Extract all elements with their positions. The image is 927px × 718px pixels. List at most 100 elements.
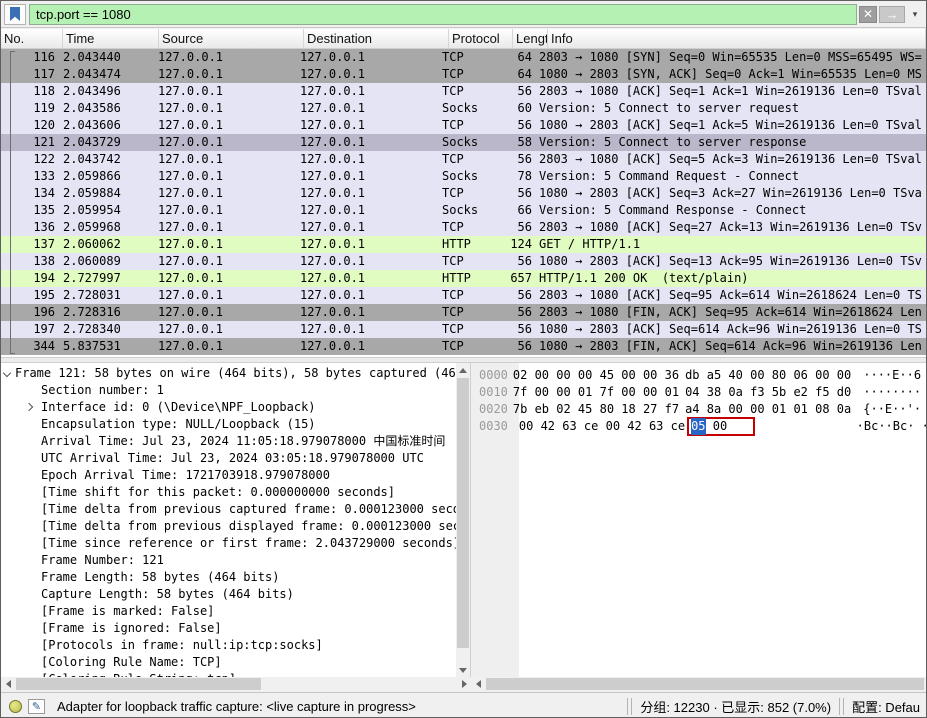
packet-row[interactable]: 1382.060089127.0.0.1127.0.0.1TCP561080 →… [1, 253, 926, 270]
detail-line[interactable]: [Protocols in frame: null:ip:tcp:socks] [1, 637, 456, 654]
packet-cell: 1080 → 2803 [SYN, ACK] Seq=0 Ack=1 Win=6… [535, 66, 926, 83]
scroll-right-arrow[interactable] [457, 677, 471, 691]
packet-cell: 78 [503, 168, 535, 185]
detail-line[interactable]: Encapsulation type: NULL/Loopback (15) [1, 416, 456, 433]
detail-line[interactable]: Interface id: 0 (\Device\NPF_Loopback) [1, 399, 456, 416]
packet-cell: 2803 → 1080 [ACK] Seq=27 Ack=13 Win=2619… [535, 219, 926, 236]
details-horizontal-scrollbar[interactable] [1, 677, 471, 691]
packet-row[interactable]: 1202.043606127.0.0.1127.0.0.1TCP561080 →… [1, 117, 926, 134]
filter-bookmark-button[interactable] [4, 4, 26, 25]
chevron-down-icon[interactable] [4, 370, 11, 377]
hex-offset: 0030 [471, 418, 514, 435]
detail-line[interactable]: [Frame is marked: False] [1, 603, 456, 620]
hex-row[interactable]: 00207b eb 02 45 80 18 27 f7a4 8a 00 00 0… [471, 401, 926, 418]
column-header-destination[interactable]: Destination [304, 29, 449, 48]
scroll-up-arrow[interactable] [456, 363, 470, 377]
packet-cell: 127.0.0.1 [297, 83, 439, 100]
packet-cell: TCP [439, 219, 503, 236]
packet-row[interactable]: 1332.059866127.0.0.1127.0.0.1Socks78Vers… [1, 168, 926, 185]
packet-cell: TCP [439, 49, 503, 66]
packet-row[interactable]: 1352.059954127.0.0.1127.0.0.1Socks66Vers… [1, 202, 926, 219]
packet-row[interactable]: 1222.043742127.0.0.1127.0.0.1TCP562803 →… [1, 151, 926, 168]
packet-cell: 127.0.0.1 [155, 66, 297, 83]
packet-cell: Socks [439, 100, 503, 117]
packet-count-text: 分组: 12230 · 已显示: 852 (7.0%) [640, 697, 831, 716]
hex-row[interactable]: 003000 42 63 ce 00 42 63 ce05 00·Bc··Bc·… [471, 418, 926, 435]
detail-line[interactable]: [Time shift for this packet: 0.000000000… [1, 484, 456, 501]
hex-bytes: 7b eb 02 45 80 18 27 f7 [513, 401, 679, 418]
packet-cell: 127.0.0.1 [155, 287, 297, 304]
hex-bytes: db a5 40 00 80 06 00 00 [685, 367, 851, 384]
hex-dump: 000002 00 00 00 45 00 00 36db a5 40 00 8… [471, 363, 926, 677]
column-header-time[interactable]: Time [63, 29, 159, 48]
selected-byte[interactable]: 05 [691, 418, 705, 435]
packet-list: 1162.043440127.0.0.1127.0.0.1TCP642803 →… [1, 49, 926, 357]
packet-cell: 56 [503, 338, 535, 355]
filter-dropdown-button[interactable]: ▾ [907, 6, 923, 23]
details-vscroll-thumb[interactable] [457, 378, 469, 648]
packet-row[interactable]: 1962.728316127.0.0.1127.0.0.1TCP562803 →… [1, 304, 926, 321]
detail-line[interactable]: [Frame is ignored: False] [1, 620, 456, 637]
packet-cell: 56 [503, 321, 535, 338]
hex-row[interactable]: 000002 00 00 00 45 00 00 36db a5 40 00 8… [471, 367, 926, 384]
packet-row[interactable]: 1952.728031127.0.0.1127.0.0.1TCP562803 →… [1, 287, 926, 304]
packet-row[interactable]: 1172.043474127.0.0.1127.0.0.1TCP641080 →… [1, 66, 926, 83]
detail-line[interactable]: Arrival Time: Jul 23, 2024 11:05:18.9790… [1, 433, 456, 450]
packet-row[interactable]: 1182.043496127.0.0.1127.0.0.1TCP562803 →… [1, 83, 926, 100]
detail-line[interactable]: Epoch Arrival Time: 1721703918.979078000 [1, 467, 456, 484]
packet-cell: TCP [439, 117, 503, 134]
packet-cell: HTTP [439, 236, 503, 253]
packet-row[interactable]: 1162.043440127.0.0.1127.0.0.1TCP642803 →… [1, 49, 926, 66]
detail-text: [Protocols in frame: null:ip:tcp:socks] [41, 638, 323, 652]
detail-line[interactable]: Frame Length: 58 bytes (464 bits) [1, 569, 456, 586]
packet-row[interactable]: 1362.059968127.0.0.1127.0.0.1TCP562803 →… [1, 219, 926, 236]
detail-line[interactable]: [Time since reference or first frame: 2.… [1, 535, 456, 552]
packet-cell: 127.0.0.1 [155, 168, 297, 185]
profile-text[interactable]: 配置: Defau [852, 697, 920, 716]
capture-info-text[interactable]: Adapter for loopback traffic capture: <l… [57, 699, 416, 714]
detail-line[interactable]: Section number: 1 [1, 382, 456, 399]
clear-filter-button[interactable]: ✕ [859, 6, 877, 23]
column-header-length[interactable]: Length [513, 29, 548, 48]
scroll-left-arrow[interactable] [471, 677, 485, 691]
column-header-no[interactable]: No. [1, 29, 63, 48]
packet-cell: Version: 5 Connect to server response [535, 134, 926, 151]
packet-row[interactable]: 1972.728340127.0.0.1127.0.0.1TCP561080 →… [1, 321, 926, 338]
packet-cell: 2803 → 1080 [ACK] Seq=95 Ack=614 Win=261… [535, 287, 926, 304]
packet-cell: 2.060062 [59, 236, 155, 253]
packet-cell: 2803 → 1080 [ACK] Seq=5 Ack=3 Win=261913… [535, 151, 926, 168]
hex-row[interactable]: 00107f 00 00 01 7f 00 00 0104 38 0a f3 5… [471, 384, 926, 401]
packet-row[interactable]: 1372.060062127.0.0.1127.0.0.1HTTP124GET … [1, 236, 926, 253]
chevron-right-icon[interactable] [26, 404, 33, 411]
capture-comment-icon[interactable]: ✎ [28, 699, 45, 714]
packet-row[interactable]: 1192.043586127.0.0.1127.0.0.1Socks60Vers… [1, 100, 926, 117]
scroll-left-arrow[interactable] [1, 677, 15, 691]
packet-row[interactable]: 1212.043729127.0.0.1127.0.0.1Socks58Vers… [1, 134, 926, 151]
detail-line[interactable]: [Time delta from previous captured frame… [1, 501, 456, 518]
hex-horizontal-scrollbar[interactable] [471, 677, 926, 691]
detail-line[interactable]: [Time delta from previous displayed fram… [1, 518, 456, 535]
detail-line[interactable]: Frame Number: 121 [1, 552, 456, 569]
packet-row[interactable]: 1342.059884127.0.0.1127.0.0.1TCP561080 →… [1, 185, 926, 202]
packet-row[interactable]: 3445.837531127.0.0.1127.0.0.1TCP561080 →… [1, 338, 926, 355]
apply-filter-button[interactable]: → [879, 6, 905, 23]
detail-text: [Frame is marked: False] [41, 604, 214, 618]
details-hscroll-thumb[interactable] [16, 678, 261, 690]
packet-cell: TCP [439, 66, 503, 83]
detail-line[interactable]: Capture Length: 58 bytes (464 bits) [1, 586, 456, 603]
column-header-info[interactable]: Info [548, 29, 926, 48]
detail-line[interactable]: [Coloring Rule Name: TCP] [1, 654, 456, 671]
column-header-protocol[interactable]: Protocol [449, 29, 513, 48]
hex-hscroll-thumb[interactable] [486, 678, 924, 690]
scroll-down-arrow[interactable] [456, 663, 470, 677]
hex-offset: 0020 [471, 401, 508, 418]
detail-line[interactable]: Frame 121: 58 bytes on wire (464 bits), … [1, 365, 456, 382]
detail-text: [Time since reference or first frame: 2.… [41, 536, 456, 550]
status-separator [627, 698, 632, 715]
details-vertical-scrollbar[interactable] [456, 363, 470, 677]
detail-line[interactable]: UTC Arrival Time: Jul 23, 2024 03:05:18.… [1, 450, 456, 467]
column-header-source[interactable]: Source [159, 29, 304, 48]
packet-row[interactable]: 1942.727997127.0.0.1127.0.0.1HTTP657HTTP… [1, 270, 926, 287]
display-filter-input[interactable]: tcp.port == 1080 [29, 4, 857, 25]
capture-status-icon[interactable] [9, 700, 22, 713]
